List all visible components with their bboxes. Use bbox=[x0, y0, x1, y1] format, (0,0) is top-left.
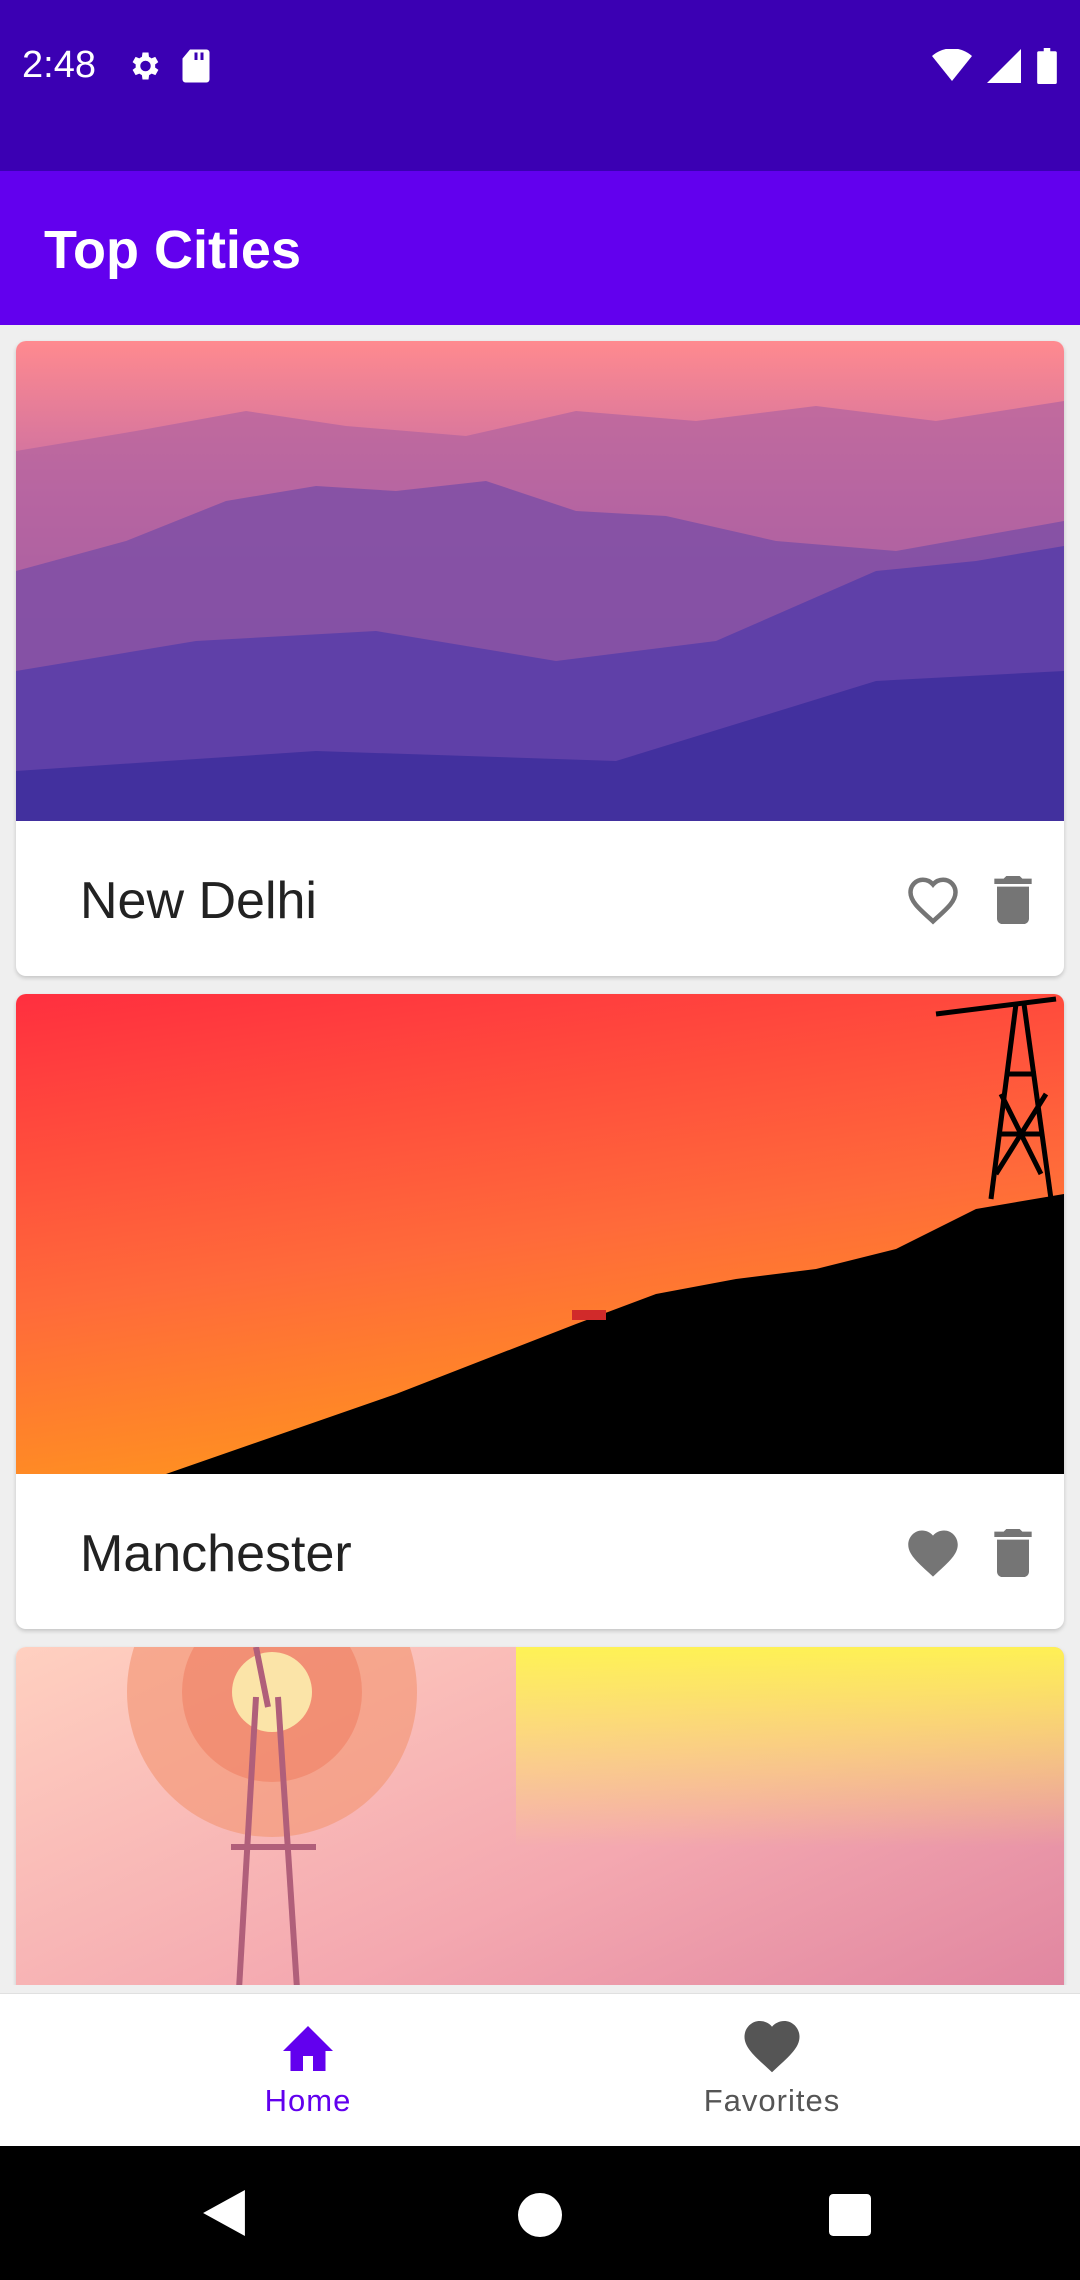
status-time: 2:48 bbox=[22, 44, 96, 86]
city-card[interactable]: Manchester bbox=[16, 994, 1064, 1629]
sd-card-icon bbox=[180, 48, 212, 89]
favorite-filled-icon[interactable] bbox=[906, 1526, 960, 1580]
card-actions bbox=[906, 1526, 1040, 1580]
favorite-outline-icon[interactable] bbox=[906, 873, 960, 927]
app-bar: Top Cities bbox=[0, 171, 1080, 325]
battery-icon bbox=[1036, 48, 1058, 89]
city-name: New Delhi bbox=[80, 872, 317, 930]
system-navigation-bar bbox=[0, 2146, 1080, 2280]
city-list[interactable]: New Delhi Manchester bbox=[0, 325, 1080, 1985]
cellular-signal-icon bbox=[986, 49, 1022, 88]
city-image bbox=[16, 341, 1064, 821]
card-footer: Manchester bbox=[16, 1474, 1064, 1629]
heart-icon bbox=[742, 2021, 802, 2078]
status-right-icons bbox=[932, 48, 1058, 89]
nav-favorites-tab[interactable]: Favorites bbox=[622, 2018, 922, 2119]
city-card[interactable]: New Delhi bbox=[16, 341, 1064, 976]
home-circle-icon[interactable] bbox=[518, 2193, 562, 2242]
nav-home-label: Home bbox=[264, 2083, 352, 2118]
status-left-icons bbox=[126, 48, 212, 89]
bottom-navigation: Home Favorites bbox=[0, 1993, 1080, 2147]
status-bar: 2:48 bbox=[0, 0, 1080, 171]
home-icon bbox=[278, 2026, 338, 2078]
city-image bbox=[16, 1647, 1064, 1985]
delete-icon[interactable] bbox=[986, 873, 1040, 927]
city-name: Manchester bbox=[80, 1525, 352, 1583]
back-icon[interactable] bbox=[203, 2190, 245, 2241]
settings-icon bbox=[126, 48, 162, 89]
delete-icon[interactable] bbox=[986, 1526, 1040, 1580]
page-title: Top Cities bbox=[44, 220, 302, 280]
nav-favorites-label: Favorites bbox=[703, 2083, 841, 2118]
card-footer: New Delhi bbox=[16, 821, 1064, 976]
recents-icon[interactable] bbox=[829, 2194, 871, 2241]
nav-home-tab[interactable]: Home bbox=[158, 2018, 458, 2119]
card-actions bbox=[906, 873, 1040, 927]
city-card[interactable] bbox=[16, 1647, 1064, 1985]
city-image bbox=[16, 994, 1064, 1474]
wifi-icon bbox=[932, 48, 972, 88]
